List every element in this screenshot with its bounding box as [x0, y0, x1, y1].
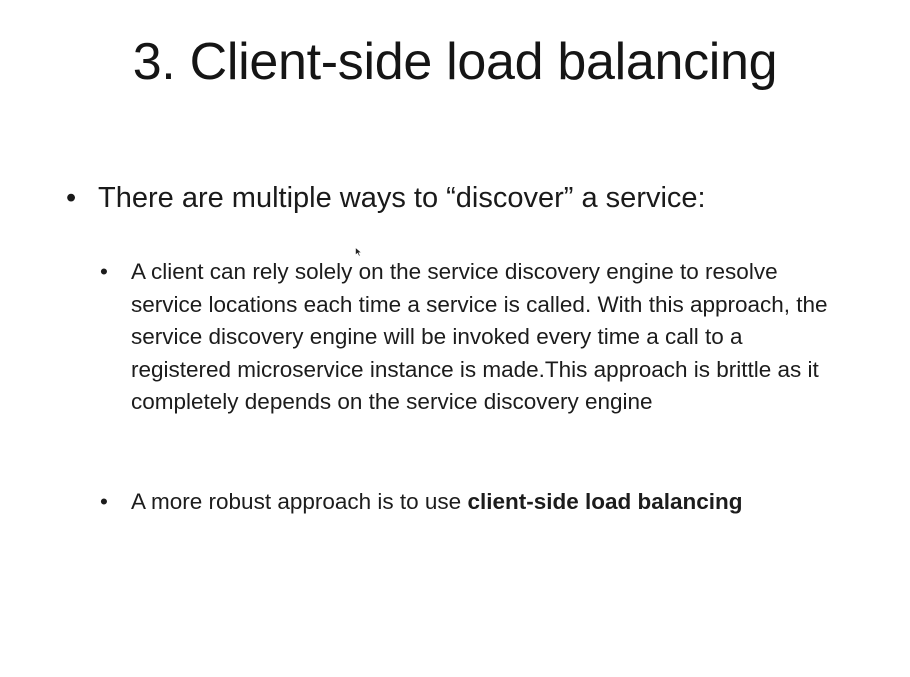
bullet-marker: •	[100, 259, 108, 284]
sub-bullet-2-prefix: A more robust approach is to use	[131, 489, 468, 514]
main-bullet-text: There are multiple ways to “discover” a …	[98, 182, 706, 214]
sub-bullet-2-emphasis: client-side load balancing	[467, 489, 743, 514]
slide-title: 3. Client-side load balancing	[132, 33, 778, 91]
sub-bullet-2: • A more robust approach is to use clien…	[100, 486, 840, 519]
slide: 3. Client-side load balancing • There ar…	[0, 0, 910, 677]
mouse-cursor-icon	[355, 247, 363, 257]
bullet-marker: •	[66, 182, 77, 214]
sub-bullet-1-text: A client can rely solely on the service …	[131, 259, 828, 414]
sub-bullet-1: • A client can rely solely on the servic…	[100, 256, 840, 419]
bullet-marker: •	[100, 489, 108, 514]
main-bullet: • There are multiple ways to “discover” …	[66, 180, 866, 216]
sub-bullet-2-text: A more robust approach is to use client-…	[131, 486, 743, 519]
